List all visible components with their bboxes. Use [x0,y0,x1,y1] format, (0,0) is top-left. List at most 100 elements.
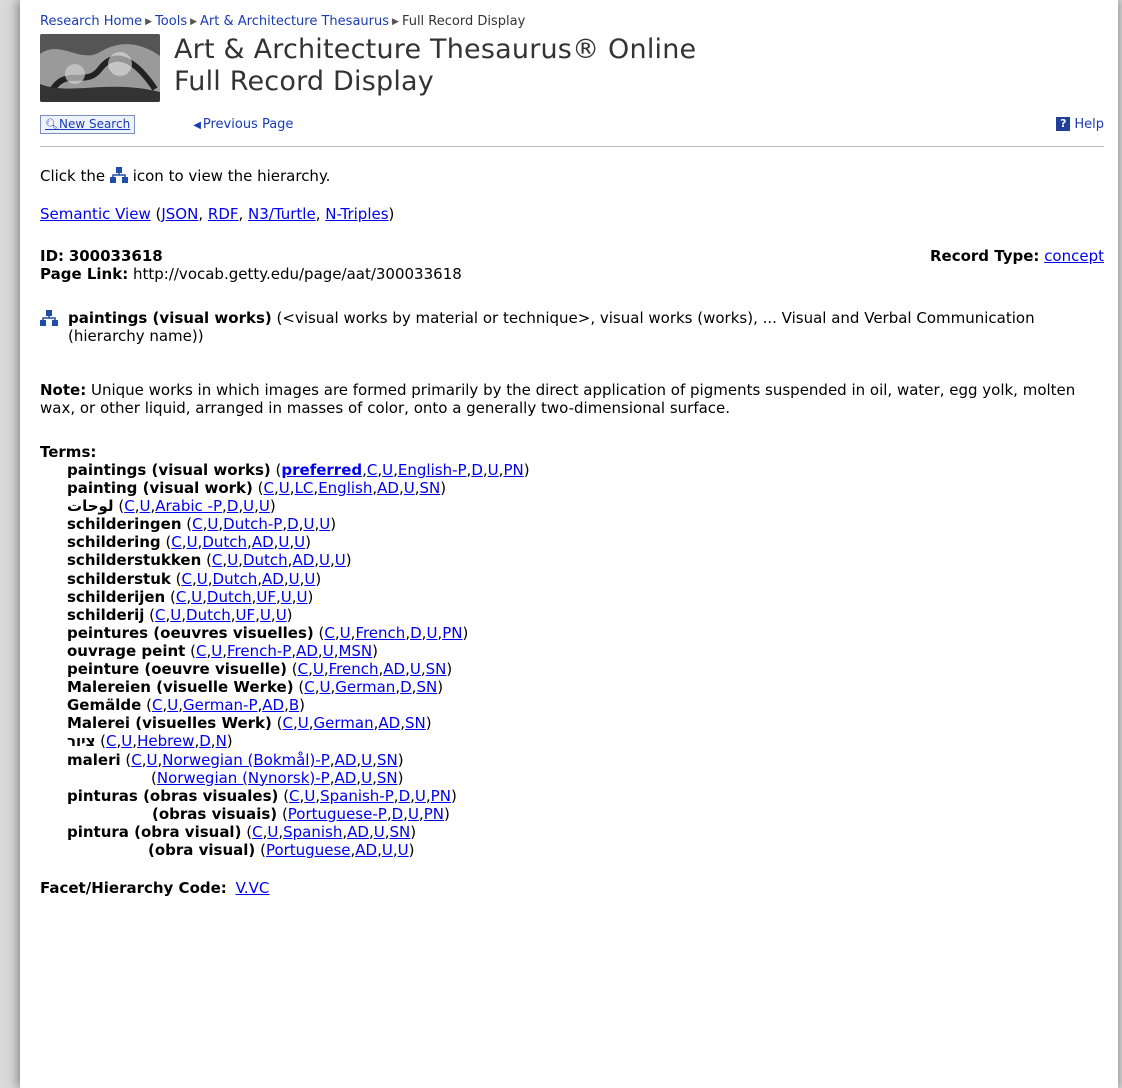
term-flag-link[interactable]: U [304,787,315,805]
term-flag-link[interactable]: French-P [227,642,291,660]
n-triples-link[interactable]: N-Triples [325,205,388,223]
term-flag-link[interactable]: U [313,660,324,678]
term-flag-link[interactable]: N [216,732,227,750]
n3-turtle-link[interactable]: N3/Turtle [248,205,316,223]
help-link[interactable]: ? Help [1056,117,1104,132]
term-flag-link[interactable]: C [106,732,116,750]
term-flag-link[interactable]: U [121,732,132,750]
term-flag-link[interactable]: U [279,479,290,497]
term-flag-link[interactable]: C [131,751,141,769]
term-flag-link[interactable]: C [196,642,206,660]
term-flag-link[interactable]: C [155,606,165,624]
term-flag-link[interactable]: German [314,714,374,732]
term-flag-link[interactable]: U [167,696,178,714]
term-flag-link[interactable]: U [191,588,202,606]
term-flag-link[interactable]: C [264,479,274,497]
term-flag-link[interactable]: SN [420,479,441,497]
term-flag-link[interactable]: U [276,606,287,624]
term-flag-link[interactable]: U [289,570,300,588]
term-flag-link[interactable]: U [340,624,351,642]
rdf-link[interactable]: RDF [208,205,239,223]
term-flag-link[interactable]: D [399,787,411,805]
term-flag-link[interactable]: C [152,696,162,714]
term-flag-link[interactable]: D [410,624,422,642]
term-flag-link[interactable]: Dutch [207,588,252,606]
term-flag-link[interactable]: U [319,551,330,569]
term-flag-link[interactable]: D [227,497,239,515]
term-flag-link[interactable]: U [211,642,222,660]
term-flag-link[interactable]: AD [262,696,284,714]
term-flag-link[interactable]: German [335,678,395,696]
term-flag-link[interactable]: U [260,606,271,624]
hierarchy-icon[interactable] [40,310,58,326]
term-flag-link[interactable]: AD [347,823,369,841]
term-flag-link[interactable]: C [367,461,377,479]
term-flag-link[interactable]: U [410,660,421,678]
term-flag-link[interactable]: C [289,787,299,805]
term-flag-link[interactable]: AD [262,570,284,588]
term-flag-link[interactable]: U [243,497,254,515]
term-flag-link[interactable]: U [426,624,437,642]
term-flag-link[interactable]: PN [424,805,444,823]
term-flag-link[interactable]: Portuguese-P [288,805,387,823]
term-flag-link[interactable]: C [212,551,222,569]
term-flag-link[interactable]: D [392,805,404,823]
term-flag-link[interactable]: AD [378,714,400,732]
term-flag-link[interactable]: Dutch [243,551,288,569]
term-flag-link[interactable]: SN [405,714,426,732]
term-flag-link[interactable]: Norwegian (Nynorsk)-P [157,769,330,787]
term-flag-link[interactable]: AD [377,479,399,497]
term-flag-link[interactable]: Dutch [186,606,231,624]
term-flag-link[interactable]: Spanish-P [320,787,394,805]
term-flag-link[interactable]: C [252,823,262,841]
term-flag-link[interactable]: C [124,497,134,515]
term-flag-link[interactable]: Dutch [202,533,247,551]
term-flag-link[interactable]: U [303,515,314,533]
term-flag-link[interactable]: AD [296,642,318,660]
term-flag-link[interactable]: C [176,588,186,606]
breadcrumb-tools[interactable]: Tools [155,14,187,29]
term-flag-link[interactable]: U [382,461,393,479]
term-flag-link[interactable]: French [329,660,379,678]
term-flag-link[interactable]: U [415,787,426,805]
term-flag-link[interactable]: Spanish [283,823,342,841]
term-flag-link[interactable]: C [171,533,181,551]
term-flag-link[interactable]: U [304,570,315,588]
term-flag-link[interactable]: B [289,696,299,714]
term-flag-link[interactable]: UF [236,606,256,624]
term-flag-link[interactable]: Arabic -P [155,497,222,515]
term-flag-link[interactable]: SN [426,660,447,678]
term-flag-link[interactable]: U [197,570,208,588]
term-flag-link[interactable]: Norwegian (Bokmål)-P [162,751,330,769]
term-flag-link[interactable]: D [287,515,299,533]
semantic-view-link[interactable]: Semantic View [40,205,151,223]
term-flag-link[interactable]: U [398,841,409,859]
json-link[interactable]: JSON [161,205,198,223]
term-flag-link[interactable]: U [207,515,218,533]
term-flag-link[interactable]: C [324,624,334,642]
term-flag-link[interactable]: D [199,732,211,750]
term-flag-link[interactable]: U [408,805,419,823]
term-flag-link[interactable]: U [259,497,270,515]
term-flag-link[interactable]: C [283,714,293,732]
term-flag-link[interactable]: MSN [338,642,372,660]
term-flag-link[interactable]: LC [295,479,314,497]
term-flag-link[interactable]: U [319,678,330,696]
term-flag-link[interactable]: U [361,769,372,787]
term-flag-link[interactable]: Dutch-P [223,515,282,533]
term-flag-link[interactable]: PN [503,461,523,479]
term-flag-link[interactable]: D [471,461,483,479]
term-flag-link[interactable]: German-P [183,696,258,714]
term-flag-link[interactable]: D [400,678,412,696]
term-flag-link[interactable]: SN [377,769,398,787]
breadcrumb-aat[interactable]: Art & Architecture Thesaurus [200,14,389,29]
term-flag-link[interactable]: U [267,823,278,841]
term-flag-link[interactable]: PN [431,787,451,805]
term-flag-link[interactable]: U [187,533,198,551]
term-flag-link[interactable]: U [147,751,158,769]
term-flag-link[interactable]: U [139,497,150,515]
term-flag-link[interactable]: English-P [398,461,467,479]
term-flag-link[interactable]: U [335,551,346,569]
term-flag-link[interactable]: AD [292,551,314,569]
term-flag-link[interactable]: Dutch [213,570,258,588]
